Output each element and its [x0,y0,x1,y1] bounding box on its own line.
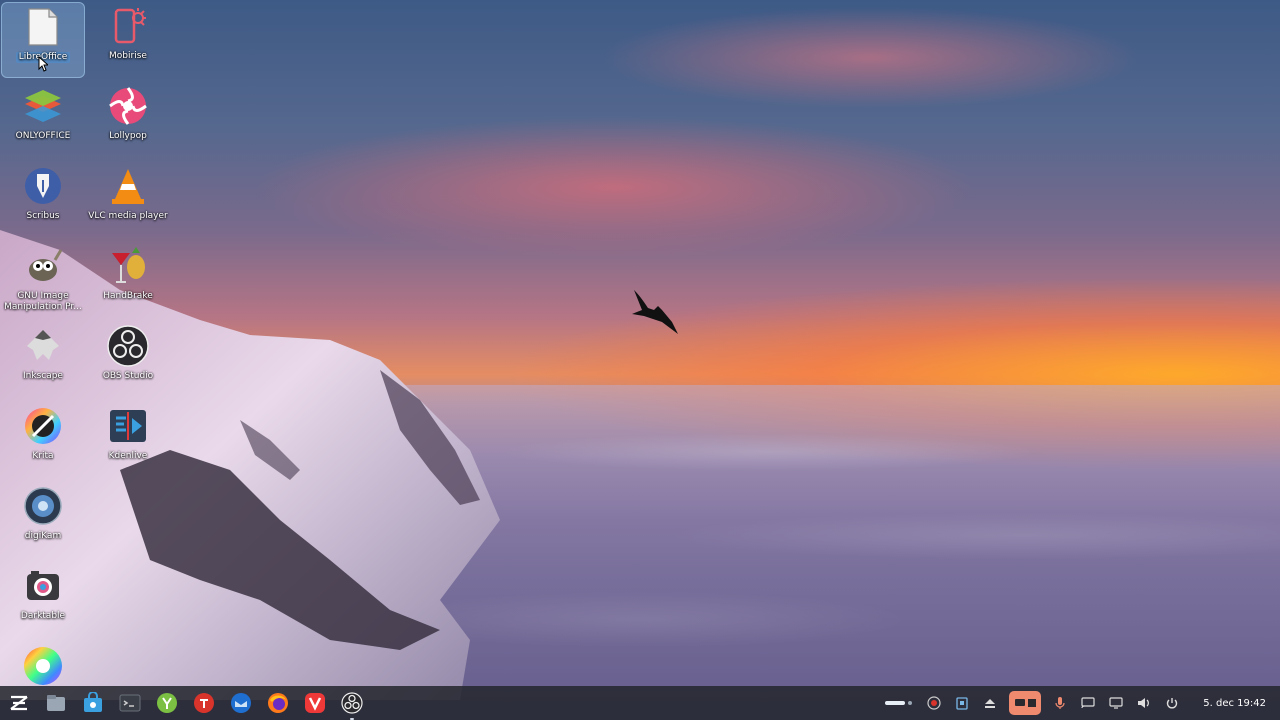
libreoffice-icon [21,5,65,49]
taskbar-app-red-button[interactable] [191,690,217,716]
terminal-icon [119,694,141,712]
tray-eject-button[interactable] [981,694,999,712]
files-icon [47,695,65,711]
desktop-icon-onlyoffice[interactable]: ONLYOFFICE [1,82,85,158]
desktop-icon-inkscape[interactable]: Inkscape [1,322,85,398]
cast-icon [1081,697,1095,709]
zorin-menu-button[interactable] [6,690,32,716]
workspace-indicator[interactable] [885,694,915,712]
desktop-icon-label: HandBrake [103,291,153,301]
gimp-icon [21,244,65,288]
vivaldi-icon [305,693,325,713]
bird-silhouette [632,290,678,334]
tray-display[interactable] [1107,694,1125,712]
desktop-icon-label: ONLYOFFICE [15,131,71,141]
taskbar-apps [0,690,365,720]
taskbar-thunderbird-button[interactable] [228,690,254,716]
taskbar-obs-button[interactable] [339,690,365,720]
display-icon [1109,697,1123,709]
app-red-icon [194,693,214,713]
desktop-icon-digikam[interactable]: digiKam [1,482,85,558]
desktop-icon-handbrake[interactable]: HandBrake [86,242,170,318]
mobirise-icon [106,4,150,48]
digikam-icon [21,484,65,528]
screencast-icon [1014,699,1025,706]
desktop-icon-label: Kdenlive [108,451,148,461]
obs-studio-icon [341,692,363,714]
desktop-icon-darktable[interactable]: Darktable [1,562,85,638]
record-icon [927,696,941,710]
desktop-icon-mobirise[interactable]: Mobirise [86,2,170,78]
taskbar-vivaldi-button[interactable] [302,690,328,716]
tray-recorder-button[interactable] [925,694,943,712]
mouse-cursor-icon [38,56,48,72]
desktop-icon-obs[interactable]: OBS Studio [86,322,170,398]
krita-icon [21,404,65,448]
taskbar: 5. dec 19:42 [0,686,1280,720]
desktop-icon-scribus[interactable]: Scribus [1,162,85,238]
taskbar-store-button[interactable] [80,690,106,716]
desktop-icon-label: Darktable [20,611,66,621]
desktop-icon-kdenlive[interactable]: Kdenlive [86,402,170,478]
desktop-icon-krita[interactable]: Krita [1,402,85,478]
desktop-icon-label: Scribus [26,211,60,221]
scribus-icon [21,164,65,208]
color-wheel-icon [21,644,65,688]
thunderbird-icon [231,693,251,713]
workspace-dots-icon [885,701,913,705]
lollypop-icon [106,84,150,128]
desktop-icon-gimp[interactable]: GNU Image Manipulation Pr... [1,242,85,318]
microphone-icon [1055,697,1065,709]
stop-icon [1027,699,1036,707]
taskbar-app-y-button[interactable] [154,690,180,716]
tray-cast[interactable] [1079,694,1097,712]
darktable-icon [21,564,65,608]
tray-power[interactable] [1163,694,1181,712]
desktop-icon-label: Krita [32,451,54,461]
firefox-icon [268,693,288,713]
desktop-icon-lollypop[interactable]: Lollypop [86,82,170,158]
desktop-icon-label: Lollypop [109,131,147,141]
taskbar-firefox-button[interactable] [265,690,291,716]
desktop-icon-label: Inkscape [23,371,63,381]
desktop-icon-label: VLC media player [88,211,168,221]
inkscape-icon [21,324,65,368]
clock[interactable]: 5. dec 19:42 [1203,698,1266,709]
tray-microphone[interactable] [1051,694,1069,712]
tray-screen-share-indicator[interactable] [1009,691,1042,715]
tray-volume[interactable] [1135,694,1153,712]
app-y-icon [157,693,177,713]
volume-icon [1138,698,1150,708]
tray-clipboard-button[interactable] [953,694,971,712]
software-store-icon [84,692,102,712]
desktop-icon-label: Mobirise [109,51,147,61]
power-icon [1167,698,1178,709]
system-tray: 5. dec 19:42 [885,691,1280,715]
zorin-menu-icon [10,695,28,711]
desktop-icon-label: GNU Image Manipulation Pr... [4,291,82,312]
desktop-icon-label: OBS Studio [102,371,154,381]
obs-studio-icon [106,324,150,368]
taskbar-files-button[interactable] [43,690,69,716]
taskbar-terminal-button[interactable] [117,690,143,716]
vlc-icon [106,164,150,208]
clipboard-icon [956,697,968,710]
desktop-icon-vlc[interactable]: VLC media player [86,162,170,238]
handbrake-icon [106,244,150,288]
desktop-icon-label: digiKam [24,531,62,541]
onlyoffice-icon [21,84,65,128]
eject-icon [985,699,996,708]
kdenlive-icon [106,404,150,448]
